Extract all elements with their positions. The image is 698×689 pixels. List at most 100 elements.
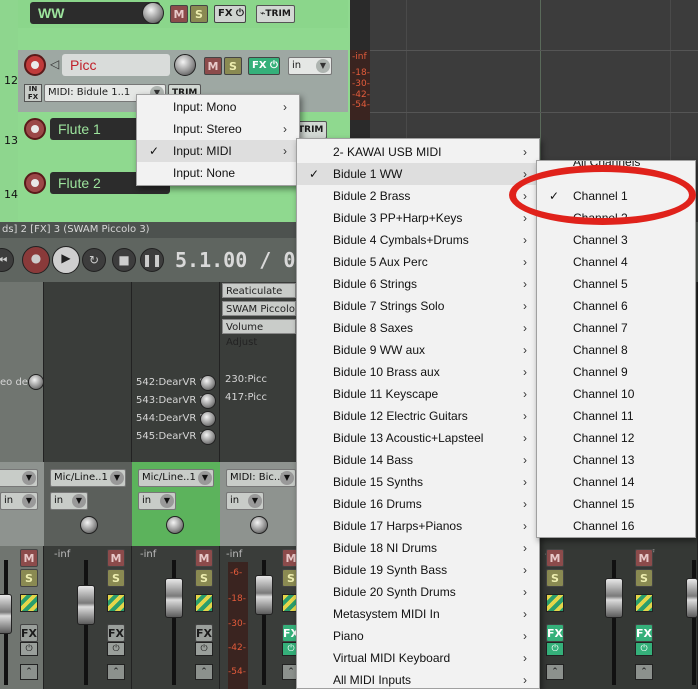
menu-item-channel[interactable]: Channel 7 <box>537 317 695 339</box>
power-icon[interactable]: ⏻ <box>635 642 653 656</box>
mute-button[interactable]: M <box>204 57 222 75</box>
envelope-icon[interactable]: ⌃ <box>635 664 653 680</box>
send-label[interactable]: 230:Picc <box>225 374 267 385</box>
input-combo[interactable]: Mic/Line..1 ▼ <box>50 469 126 487</box>
menu-item-midi-device[interactable]: Bidule 8 Saxes › <box>297 317 539 339</box>
menu-item-midi-device[interactable]: Piano › <box>297 625 539 647</box>
automation-mode-icon[interactable] <box>20 594 38 612</box>
menu-item-midi-device[interactable]: Bidule 14 Bass › <box>297 449 539 471</box>
menu-item-midi-device[interactable]: Bidule 6 Strings › <box>297 273 539 295</box>
fx-button[interactable]: FX <box>107 624 125 642</box>
io-combo[interactable]: in ▼ <box>288 57 332 75</box>
menu-item-midi-device[interactable]: Bidule 15 Synths › <box>297 471 539 493</box>
power-icon[interactable]: ⏻ <box>107 642 125 656</box>
track-name[interactable]: WW <box>30 2 160 24</box>
pan-knob[interactable] <box>80 516 98 534</box>
menu-item-channel[interactable]: Channel 12 <box>537 427 695 449</box>
power-icon[interactable]: ⏻ <box>20 642 38 656</box>
envelope-icon[interactable]: ⌃ <box>546 664 564 680</box>
menu-item-channel[interactable]: Channel 8 <box>537 339 695 361</box>
io-combo[interactable]: in ▼ <box>226 492 264 510</box>
send-knob[interactable] <box>200 411 216 427</box>
record-arm-button[interactable] <box>24 172 46 194</box>
menu-item-channel[interactable]: Channel 14 <box>537 471 695 493</box>
volume-fader[interactable] <box>255 575 273 615</box>
volume-knob[interactable] <box>174 54 196 76</box>
menu-item-midi-device[interactable]: Bidule 5 Aux Perc › <box>297 251 539 273</box>
fx-button[interactable]: FX <box>635 624 653 642</box>
menu-item-channel[interactable]: Channel 4 <box>537 251 695 273</box>
menu-item-midi-device[interactable]: ✓ Bidule 1 WW › <box>297 163 539 185</box>
fx-button[interactable]: FX <box>195 624 213 642</box>
menu-item-midi-device[interactable]: Bidule 18 NI Drums › <box>297 537 539 559</box>
input-combo[interactable]: Mic/Line..1 ▼ <box>138 469 214 487</box>
io-combo[interactable]: in ▼ <box>0 492 38 510</box>
volume-knob[interactable] <box>142 2 164 24</box>
menu-item-channel[interactable]: Channel 16 <box>537 515 695 537</box>
menu-item-channel[interactable]: Channel 3 <box>537 229 695 251</box>
track-ww[interactable]: WW M S FX ⏻ ⌁TRIM <box>18 0 348 28</box>
send-label[interactable]: 417:Picc <box>225 392 267 403</box>
envelope-icon[interactable]: ⌃ <box>195 664 213 680</box>
send-label[interactable]: 542:DearVR S <box>136 377 206 388</box>
menu-item-midi-device[interactable]: Bidule 7 Strings Solo › <box>297 295 539 317</box>
menu-item-midi-device[interactable]: Bidule 3 PP+Harp+Keys › <box>297 207 539 229</box>
solo-button[interactable]: S <box>635 569 653 587</box>
volume-fader[interactable] <box>686 578 698 618</box>
record-arm-button[interactable] <box>24 118 46 140</box>
fx-slot[interactable]: Reaticulate <box>222 283 296 298</box>
menu-item-midi-device[interactable]: Bidule 16 Drums › <box>297 493 539 515</box>
menu-item-channel[interactable]: Channel 9 <box>537 361 695 383</box>
automation-mode-icon[interactable] <box>107 594 125 612</box>
menu-item-midi-device[interactable]: Bidule 19 Synth Bass › <box>297 559 539 581</box>
send-label[interactable]: 543:DearVR M <box>136 395 208 406</box>
volume-fader[interactable] <box>165 578 183 618</box>
mute-button[interactable]: M <box>107 549 125 567</box>
menu-item-midi-device[interactable]: Bidule 13 Acoustic+Lapsteel › <box>297 427 539 449</box>
menu-item-midi-device[interactable]: Bidule 17 Harps+Pianos › <box>297 515 539 537</box>
menu-item-midi-device[interactable]: Bidule 11 Keyscape › <box>297 383 539 405</box>
menu-item-midi-device[interactable]: Metasystem MIDI In › <box>297 603 539 625</box>
volume-fader[interactable] <box>605 578 623 618</box>
menu-item-input-mono[interactable]: Input: Mono › <box>137 96 299 118</box>
menu-item-midi-device[interactable]: Bidule 20 Synth Drums › <box>297 581 539 603</box>
menu-item-midi-device[interactable]: 2- KAWAI USB MIDI › <box>297 141 539 163</box>
solo-button[interactable]: S <box>20 569 38 587</box>
send-label[interactable]: 545:DearVR L <box>136 431 205 442</box>
solo-button[interactable]: S <box>546 569 564 587</box>
menu-item-midi-device[interactable]: Bidule 12 Electric Guitars › <box>297 405 539 427</box>
solo-button[interactable]: S <box>190 5 208 23</box>
mute-button[interactable]: M <box>546 549 564 567</box>
trim-button[interactable]: ⌁TRIM <box>256 5 295 23</box>
pause-button[interactable]: ❚❚ <box>140 248 164 272</box>
solo-button[interactable]: S <box>195 569 213 587</box>
io-combo[interactable]: in ▼ <box>138 492 176 510</box>
menu-item-input-stereo[interactable]: Input: Stereo › <box>137 118 299 140</box>
send-knob[interactable] <box>200 429 216 445</box>
menu-item-input-midi[interactable]: ✓ Input: MIDI › <box>137 140 299 162</box>
fx-button[interactable]: FX ⏻ <box>214 5 246 23</box>
send-knob[interactable] <box>200 393 216 409</box>
pan-knob[interactable] <box>166 516 184 534</box>
power-icon[interactable]: ⏻ <box>546 642 564 656</box>
record-arm-button[interactable] <box>24 54 46 76</box>
menu-item-midi-device[interactable]: Bidule 9 WW aux › <box>297 339 539 361</box>
automation-mode-icon[interactable] <box>546 594 564 612</box>
menu-item-input-none[interactable]: Input: None <box>137 162 299 184</box>
mute-button[interactable]: M <box>195 549 213 567</box>
mute-button[interactable]: M <box>20 549 38 567</box>
play-button[interactable]: ▶ <box>52 246 80 274</box>
input-combo[interactable]: MIDI: Bic..1 ▼ <box>226 469 296 487</box>
mute-button[interactable]: M <box>170 5 188 23</box>
input-combo[interactable]: ▼ <box>0 469 38 487</box>
io-combo[interactable]: in ▼ <box>50 492 88 510</box>
mute-button[interactable]: M <box>635 549 653 567</box>
automation-mode-icon[interactable] <box>635 594 653 612</box>
menu-item-channel[interactable]: Channel 15 <box>537 493 695 515</box>
solo-button[interactable]: S <box>224 57 242 75</box>
menu-item-channel[interactable]: Channel 13 <box>537 449 695 471</box>
fx-slot[interactable]: Volume Adjust <box>222 319 296 348</box>
menu-item-midi-device[interactable]: Bidule 4 Cymbals+Drums › <box>297 229 539 251</box>
fx-button[interactable]: FX <box>20 624 38 642</box>
send-knob[interactable] <box>28 374 44 390</box>
